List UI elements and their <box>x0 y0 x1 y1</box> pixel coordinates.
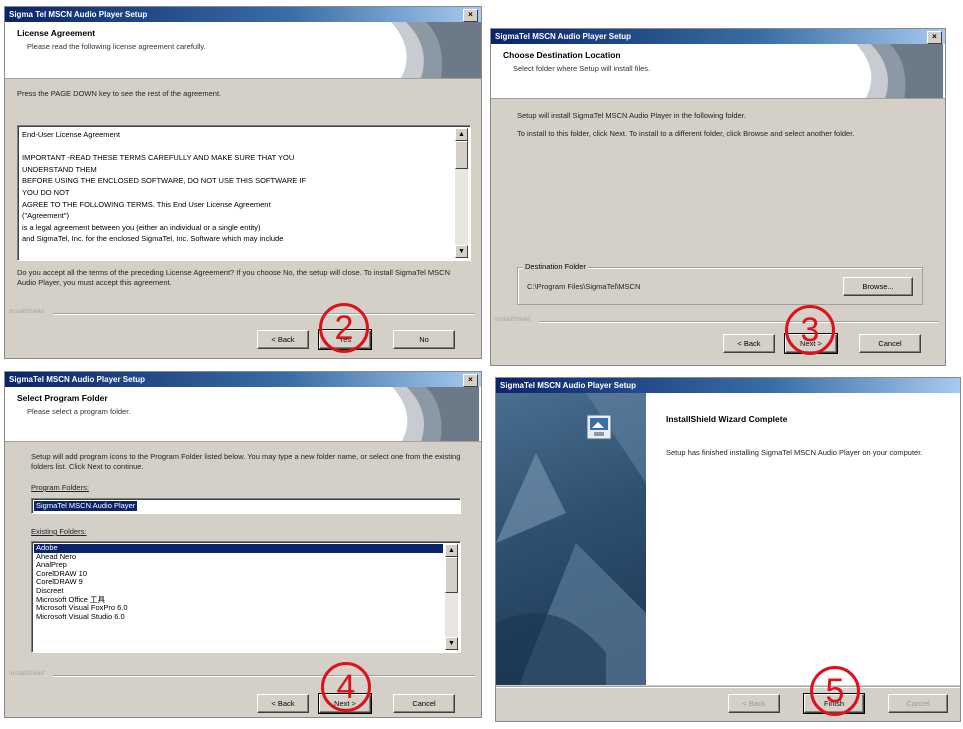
license-line: YOU DO NOT <box>22 187 70 197</box>
complete-message: Setup has finished installing SigmaTel M… <box>666 448 923 457</box>
wizard-complete-window: SigmaTel MSCN Audio Player Setup Install… <box>495 377 961 722</box>
browse-button[interactable]: Browse... <box>843 277 913 296</box>
back-button[interactable]: < Back <box>728 694 780 713</box>
no-button[interactable]: No <box>393 330 455 349</box>
computer-setup-icon <box>586 414 612 440</box>
header-subtitle: Please select a program folder. <box>27 407 131 416</box>
step-marker: 5 <box>810 666 860 716</box>
wizard-header: Choose Destination Location Select folde… <box>491 44 945 99</box>
program-folder-input[interactable]: SigmaTel MSCN Audio Player <box>31 498 461 514</box>
license-line: UNDERSTAND THEM <box>22 164 97 174</box>
close-icon[interactable]: × <box>463 9 478 22</box>
separator <box>53 675 475 677</box>
back-button[interactable]: < Back <box>723 334 775 353</box>
license-line: AGREE TO THE FOLLOWING TERMS. This End U… <box>22 199 271 209</box>
program-folder-value: SigmaTel MSCN Audio Player <box>34 501 138 511</box>
wizard-header: License Agreement Please read the follow… <box>5 22 481 79</box>
close-icon[interactable]: × <box>927 31 942 44</box>
license-line: End-User License Agreement <box>22 130 120 139</box>
folders-scrollbar[interactable]: ▲ ▼ <box>445 544 458 650</box>
back-button[interactable]: < Back <box>257 694 309 713</box>
license-line: IMPORTANT -READ THESE TERMS CAREFULLY AN… <box>22 153 295 163</box>
license-line: is a legal agreement between you (either… <box>22 222 261 232</box>
folder-list: Adobe Ahead Nero AnalPrep CorelDRAW 10 C… <box>34 543 443 622</box>
installshield-banner-art <box>372 387 480 441</box>
program-folders-label: Program Folders: <box>31 483 89 492</box>
scroll-down-icon[interactable]: ▼ <box>455 245 468 258</box>
list-item[interactable]: CorelDRAW 10 <box>34 569 443 579</box>
list-item[interactable]: Ahead Nero <box>34 552 443 562</box>
license-text-box[interactable]: End-User License Agreement IMPORTANT -RE… <box>17 125 471 261</box>
scroll-thumb[interactable] <box>445 557 458 593</box>
scroll-thumb[interactable] <box>455 141 468 169</box>
install-instructions: To install to this folder, click Next. T… <box>517 129 855 138</box>
list-item[interactable]: Adobe <box>34 543 443 553</box>
window-title: SigmaTel MSCN Audio Player Setup <box>9 375 146 384</box>
header-subtitle: Select folder where Setup will install f… <box>513 64 651 73</box>
cancel-button[interactable]: Cancel <box>859 334 921 353</box>
program-folder-window: SigmaTel MSCN Audio Player Setup × Selec… <box>4 371 482 718</box>
title-bar: SigmaTel MSCN Audio Player Setup × <box>5 372 481 387</box>
header-title: Select Program Folder <box>17 393 108 403</box>
title-bar: SigmaTel MSCN Audio Player Setup × <box>491 29 945 44</box>
license-line: BEFORE USING THE ENCLOSED SOFTWARE, DO N… <box>22 176 307 186</box>
license-scrollbar[interactable]: ▲ ▼ <box>455 128 468 258</box>
scroll-up-icon[interactable]: ▲ <box>455 128 468 141</box>
destination-group-label: Destination Folder <box>523 262 588 271</box>
header-title: License Agreement <box>17 28 96 38</box>
list-item[interactable]: Microsoft Visual Studio 6.0 <box>34 612 443 622</box>
program-folder-intro: Setup will add program icons to the Prog… <box>31 452 461 471</box>
back-button[interactable]: < Back <box>257 330 309 349</box>
scroll-down-icon[interactable]: ▼ <box>445 637 458 650</box>
step-marker: 2 <box>319 303 369 353</box>
license-agreement-window: Sigma Tel MSCN Audio Player Setup × Lice… <box>4 6 482 359</box>
window-title: SigmaTel MSCN Audio Player Setup <box>495 32 632 41</box>
wizard-header: Select Program Folder Please select a pr… <box>5 387 481 442</box>
existing-folders-list[interactable]: Adobe Ahead Nero AnalPrep CorelDRAW 10 C… <box>31 541 461 653</box>
separator <box>496 686 960 688</box>
destination-window: SigmaTel MSCN Audio Player Setup × Choos… <box>490 28 946 366</box>
title-bar: SigmaTel MSCN Audio Player Setup <box>496 378 960 393</box>
existing-folders-label: Existing Folders: <box>31 527 87 536</box>
scroll-up-icon[interactable]: ▲ <box>445 544 458 557</box>
list-item[interactable]: CorelDRAW 9 <box>34 578 443 587</box>
installshield-banner-art <box>836 44 944 98</box>
page-down-hint: Press the PAGE DOWN key to see the rest … <box>17 89 222 98</box>
header-subtitle: Please read the following license agreem… <box>27 42 206 51</box>
installshield-banner-art <box>371 22 481 78</box>
window-title: SigmaTel MSCN Audio Player Setup <box>500 381 637 390</box>
license-line <box>22 141 452 153</box>
license-text: End-User License Agreement IMPORTANT -RE… <box>22 129 452 245</box>
install-info: Setup will install SigmaTel MSCN Audio P… <box>517 111 746 120</box>
header-title: Choose Destination Location <box>503 50 621 60</box>
list-item[interactable]: AnalPrep <box>34 561 443 570</box>
cancel-button[interactable]: Cancel <box>393 694 455 713</box>
wizard-side-graphic <box>496 393 646 685</box>
window-title: Sigma Tel MSCN Audio Player Setup <box>9 10 148 19</box>
cancel-button[interactable]: Cancel <box>888 694 948 713</box>
step-marker: 4 <box>321 662 371 712</box>
license-line: ("Agreement") <box>22 211 70 221</box>
separator <box>53 313 475 315</box>
license-line: and SigmaTel, Inc. for the enclosed Sigm… <box>22 234 284 244</box>
installshield-brand: InstallShield <box>9 308 45 315</box>
installshield-brand: InstallShield <box>495 316 531 323</box>
separator <box>539 321 939 323</box>
wizard-side-art <box>496 393 646 685</box>
title-bar: Sigma Tel MSCN Audio Player Setup × <box>5 7 481 22</box>
complete-heading: InstallShield Wizard Complete <box>666 414 788 424</box>
step-marker: 3 <box>785 305 835 355</box>
destination-path: C:\Program Files\SigmaTel\MSCN <box>527 282 641 291</box>
accept-question: Do you accept all the terms of the prece… <box>17 268 451 287</box>
installshield-brand: InstallShield <box>9 670 45 677</box>
close-icon[interactable]: × <box>463 374 478 387</box>
